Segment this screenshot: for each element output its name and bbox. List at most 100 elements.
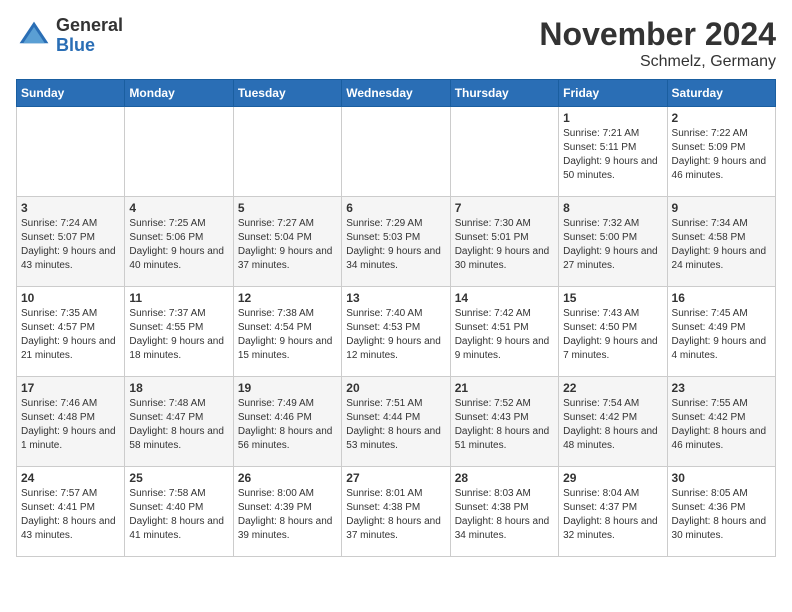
calendar-body: 1 Sunrise: 7:21 AM Sunset: 5:11 PM Daylig… [17,107,776,557]
calendar-cell: 15Sunrise: 7:43 AM Sunset: 4:50 PM Dayli… [559,287,667,377]
day-number: 13 [346,291,445,305]
weekday-header-monday: Monday [125,80,233,107]
day-detail: Sunrise: 8:00 AM Sunset: 4:39 PM Dayligh… [238,487,337,543]
day-number: 23 [672,381,771,395]
day-number: 15 [563,291,662,305]
day-number: 3 [21,201,120,215]
calendar-cell [17,107,125,197]
day-number: 4 [129,201,228,215]
calendar-cell: 27Sunrise: 8:01 AM Sunset: 4:38 PM Dayli… [342,467,450,557]
day-detail: Sunrise: 7:35 AM Sunset: 4:57 PM Dayligh… [21,307,120,363]
weekday-header-wednesday: Wednesday [342,80,450,107]
calendar-cell: 23 Sunrise: 7:55 AM Sunset: 4:42 PM Dayli… [667,377,775,467]
day-detail: Sunrise: 7:46 AM Sunset: 4:48 PM Dayligh… [21,397,120,453]
day-detail: Sunrise: 7:21 AM Sunset: 5:11 PM Dayligh… [563,127,662,183]
calendar-cell: 29 Sunrise: 8:04 AM Sunset: 4:37 PM Dayli… [559,467,667,557]
week-row-2: 3 Sunrise: 7:24 AM Sunset: 5:07 PM Daylig… [17,197,776,287]
week-row-4: 17 Sunrise: 7:46 AM Sunset: 4:48 PM Dayli… [17,377,776,467]
weekday-header-saturday: Saturday [667,80,775,107]
day-number: 18 [129,381,228,395]
logo-blue: Blue [56,36,123,56]
day-number: 17 [21,381,120,395]
day-detail: Sunrise: 8:01 AM Sunset: 4:38 PM Dayligh… [346,487,445,543]
day-detail: Sunrise: 7:38 AM Sunset: 4:54 PM Dayligh… [238,307,337,363]
calendar-cell: 11 Sunrise: 7:37 AM Sunset: 4:55 PM Dayli… [125,287,233,377]
day-detail: Sunrise: 7:34 AM Sunset: 4:58 PM Dayligh… [672,217,771,273]
day-detail: Sunrise: 8:05 AM Sunset: 4:36 PM Dayligh… [672,487,771,543]
day-detail: Sunrise: 7:54 AM Sunset: 4:42 PM Dayligh… [563,397,662,453]
day-detail: Sunrise: 7:32 AM Sunset: 5:00 PM Dayligh… [563,217,662,273]
day-detail: Sunrise: 7:55 AM Sunset: 4:42 PM Dayligh… [672,397,771,453]
week-row-5: 24 Sunrise: 7:57 AM Sunset: 4:41 PM Dayli… [17,467,776,557]
day-number: 24 [21,471,120,485]
calendar-cell: 3 Sunrise: 7:24 AM Sunset: 5:07 PM Daylig… [17,197,125,287]
calendar-cell: 30 Sunrise: 8:05 AM Sunset: 4:36 PM Dayli… [667,467,775,557]
calendar-cell: 9Sunrise: 7:34 AM Sunset: 4:58 PM Daylig… [667,197,775,287]
page-header: General Blue November 2024 Schmelz, Germ… [16,16,776,71]
calendar-cell: 20Sunrise: 7:51 AM Sunset: 4:44 PM Dayli… [342,377,450,467]
weekday-header-friday: Friday [559,80,667,107]
calendar-cell: 6Sunrise: 7:29 AM Sunset: 5:03 PM Daylig… [342,197,450,287]
day-detail: Sunrise: 7:25 AM Sunset: 5:06 PM Dayligh… [129,217,228,273]
calendar-cell: 4 Sunrise: 7:25 AM Sunset: 5:06 PM Daylig… [125,197,233,287]
weekday-header-thursday: Thursday [450,80,558,107]
weekday-header-tuesday: Tuesday [233,80,341,107]
day-detail: Sunrise: 7:48 AM Sunset: 4:47 PM Dayligh… [129,397,228,453]
week-row-3: 10Sunrise: 7:35 AM Sunset: 4:57 PM Dayli… [17,287,776,377]
calendar-cell: 14Sunrise: 7:42 AM Sunset: 4:51 PM Dayli… [450,287,558,377]
day-detail: Sunrise: 7:52 AM Sunset: 4:43 PM Dayligh… [455,397,554,453]
calendar-cell: 7Sunrise: 7:30 AM Sunset: 5:01 PM Daylig… [450,197,558,287]
day-number: 7 [455,201,554,215]
calendar-title: November 2024 [539,16,776,53]
calendar-cell [342,107,450,197]
day-number: 8 [563,201,662,215]
day-detail: Sunrise: 8:04 AM Sunset: 4:37 PM Dayligh… [563,487,662,543]
day-number: 1 [563,111,662,125]
calendar-subtitle: Schmelz, Germany [539,53,776,71]
day-number: 19 [238,381,337,395]
day-detail: Sunrise: 7:37 AM Sunset: 4:55 PM Dayligh… [129,307,228,363]
day-detail: Sunrise: 7:40 AM Sunset: 4:53 PM Dayligh… [346,307,445,363]
day-number: 25 [129,471,228,485]
calendar-cell: 25Sunrise: 7:58 AM Sunset: 4:40 PM Dayli… [125,467,233,557]
calendar-cell [125,107,233,197]
day-number: 30 [672,471,771,485]
calendar-cell: 22 Sunrise: 7:54 AM Sunset: 4:42 PM Dayli… [559,377,667,467]
calendar-cell: 5Sunrise: 7:27 AM Sunset: 5:04 PM Daylig… [233,197,341,287]
day-number: 28 [455,471,554,485]
day-number: 26 [238,471,337,485]
day-number: 21 [455,381,554,395]
calendar-cell: 21 Sunrise: 7:52 AM Sunset: 4:43 PM Dayli… [450,377,558,467]
title-area: November 2024 Schmelz, Germany [539,16,776,71]
calendar-header: SundayMondayTuesdayWednesdayThursdayFrid… [17,80,776,107]
logo: General Blue [16,16,123,56]
day-number: 16 [672,291,771,305]
day-number: 22 [563,381,662,395]
calendar-cell: 19 Sunrise: 7:49 AM Sunset: 4:46 PM Dayli… [233,377,341,467]
calendar-cell: 8 Sunrise: 7:32 AM Sunset: 5:00 PM Daylig… [559,197,667,287]
logo-icon [16,18,52,54]
day-number: 20 [346,381,445,395]
calendar-cell: 10Sunrise: 7:35 AM Sunset: 4:57 PM Dayli… [17,287,125,377]
day-detail: Sunrise: 7:49 AM Sunset: 4:46 PM Dayligh… [238,397,337,453]
calendar-cell: 17 Sunrise: 7:46 AM Sunset: 4:48 PM Dayli… [17,377,125,467]
day-detail: Sunrise: 7:29 AM Sunset: 5:03 PM Dayligh… [346,217,445,273]
day-number: 29 [563,471,662,485]
calendar-cell: 24 Sunrise: 7:57 AM Sunset: 4:41 PM Dayli… [17,467,125,557]
day-detail: Sunrise: 7:45 AM Sunset: 4:49 PM Dayligh… [672,307,771,363]
calendar-cell: 2Sunrise: 7:22 AM Sunset: 5:09 PM Daylig… [667,107,775,197]
calendar-cell: 26 Sunrise: 8:00 AM Sunset: 4:39 PM Dayli… [233,467,341,557]
day-detail: Sunrise: 7:57 AM Sunset: 4:41 PM Dayligh… [21,487,120,543]
weekday-header-sunday: Sunday [17,80,125,107]
day-number: 11 [129,291,228,305]
calendar-cell: 28Sunrise: 8:03 AM Sunset: 4:38 PM Dayli… [450,467,558,557]
calendar-cell: 12 Sunrise: 7:38 AM Sunset: 4:54 PM Dayli… [233,287,341,377]
calendar-table: SundayMondayTuesdayWednesdayThursdayFrid… [16,79,776,557]
day-number: 12 [238,291,337,305]
day-detail: Sunrise: 7:24 AM Sunset: 5:07 PM Dayligh… [21,217,120,273]
logo-text: General Blue [56,16,123,56]
calendar-cell: 1 Sunrise: 7:21 AM Sunset: 5:11 PM Daylig… [559,107,667,197]
logo-general: General [56,16,123,36]
day-detail: Sunrise: 7:27 AM Sunset: 5:04 PM Dayligh… [238,217,337,273]
calendar-cell: 13 Sunrise: 7:40 AM Sunset: 4:53 PM Dayli… [342,287,450,377]
